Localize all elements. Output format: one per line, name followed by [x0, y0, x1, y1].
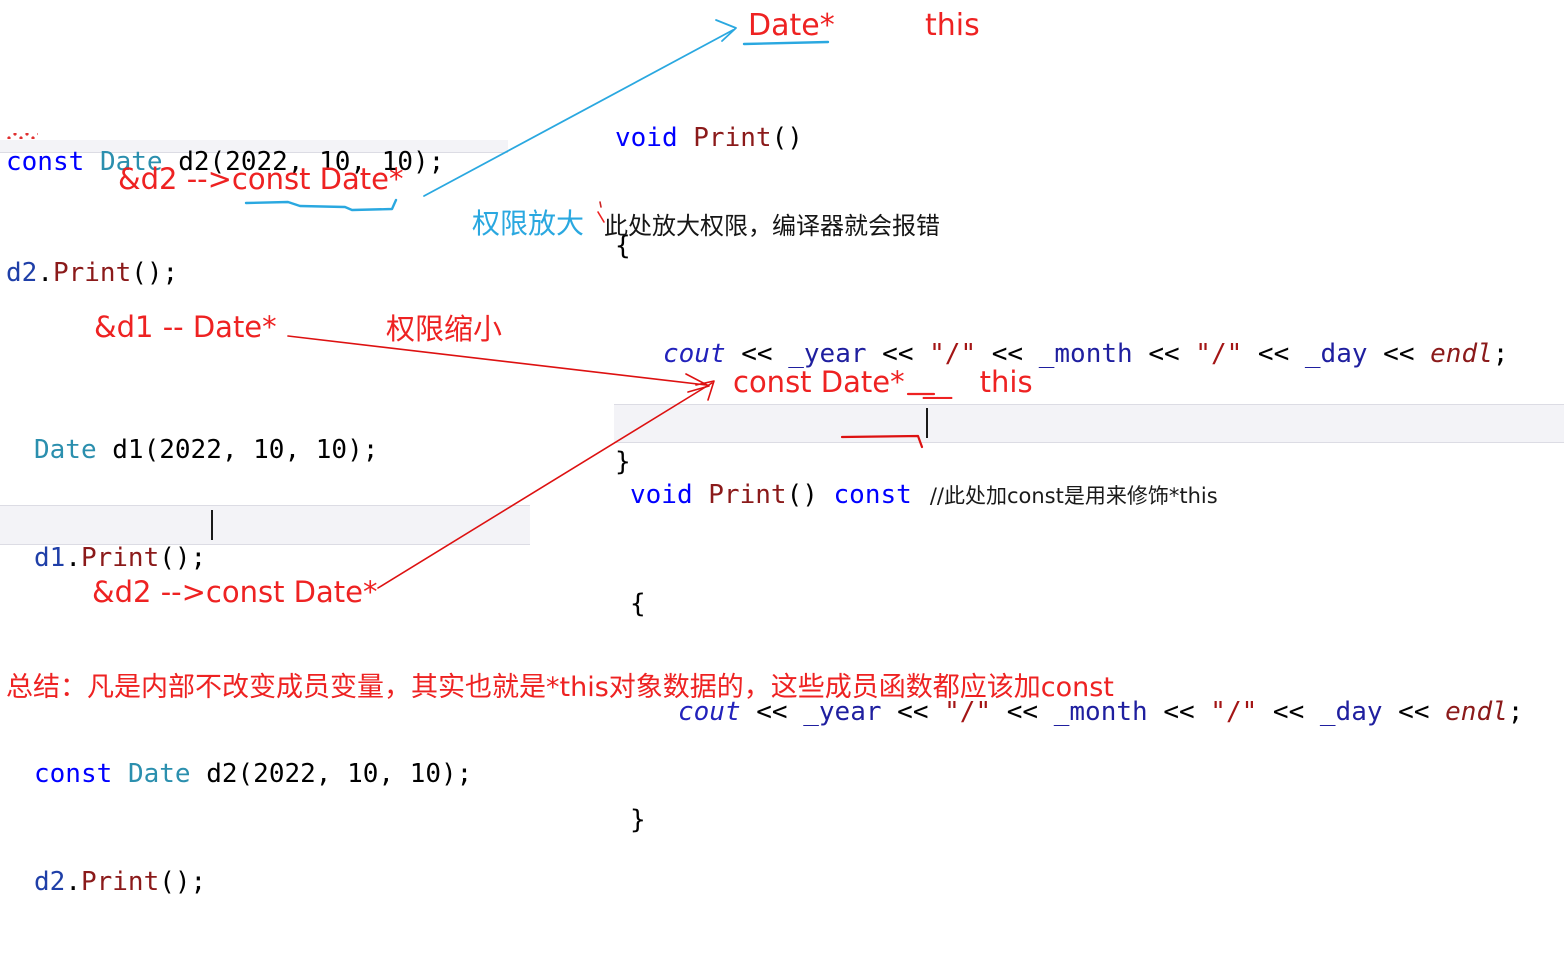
type-date: Date: [127, 759, 191, 789]
tick-dot-widen: [599, 201, 602, 208]
type-date: Date: [34, 435, 97, 465]
string-slash: "/": [1195, 339, 1243, 369]
annotation-d2-pointer-top: &d2 -->const Date*: [118, 162, 404, 196]
function-parens: (): [771, 123, 803, 153]
variable-d2: d2: [34, 867, 66, 897]
shift-op: <<: [1242, 339, 1305, 369]
text-cursor-bottom-left: [211, 510, 213, 540]
endl-manipulator: endl: [1430, 339, 1493, 369]
code-line-open-brace: {: [630, 586, 1523, 622]
annotation-permission-narrow: 权限缩小: [386, 312, 503, 346]
dot-operator: .: [65, 867, 81, 897]
variable-d2: d2: [6, 258, 38, 288]
decl-rest: d1(2022, 10, 10);: [96, 435, 379, 465]
string-slash: "/": [1210, 697, 1258, 727]
bottom-right-code-block[interactable]: void Print() const //此处加const是用来修饰*this {…: [630, 405, 1523, 910]
shift-op: <<: [1132, 339, 1196, 369]
member-day: _day: [1319, 697, 1383, 727]
summary-text: 总结：凡是内部不改变成员变量，其实也就是*this对象数据的，这些成员函数都应该…: [6, 672, 1114, 703]
method-print: Print: [80, 543, 160, 573]
arrow-widen-permission-head: [715, 19, 737, 42]
function-name-print: Print: [693, 123, 772, 153]
dot-operator: .: [37, 258, 53, 288]
code-line: d1.Print();: [34, 540, 472, 576]
keyword-const: const: [34, 759, 113, 789]
call-rest: ();: [159, 867, 207, 897]
annotation-widen-explain: 此处放大权限，编译器就会报错: [604, 212, 940, 240]
keyword-const: const: [6, 147, 85, 177]
text-cursor-bottom-right: [926, 408, 928, 438]
annotation-this-type-bottom: const Date* __ this: [733, 365, 1033, 399]
close-brace: }: [615, 447, 631, 477]
keyword-const-qualifier: const: [833, 480, 912, 510]
decl-rest: d2(2022, 10, 10);: [190, 759, 473, 789]
variable-d1: d1: [34, 543, 66, 573]
dot-operator: .: [65, 543, 81, 573]
code-line-signature: void Print() const //此处加const是用来修饰*this: [630, 477, 1523, 514]
shift-op: <<: [1147, 697, 1211, 727]
annotation-this-top: this: [925, 8, 980, 43]
member-day: _day: [1304, 339, 1368, 369]
function-name-print: Print: [708, 480, 787, 510]
open-brace: {: [630, 589, 646, 619]
stream-cout: cout: [663, 339, 726, 369]
call-rest: ();: [159, 543, 207, 573]
shift-op: <<: [1382, 697, 1446, 727]
annotation-this-type-top: Date*: [748, 8, 835, 43]
code-line: Date d1(2022, 10, 10);: [34, 432, 472, 468]
code-line-close-brace: }: [630, 802, 1523, 838]
endl-manipulator: endl: [1445, 697, 1508, 727]
member-month: _month: [1038, 339, 1133, 369]
annotation-d1-pointer: &d1 -- Date*: [94, 310, 277, 344]
code-line: d2.Print();: [6, 255, 444, 292]
semicolon: ;: [1492, 339, 1509, 369]
method-print: Print: [52, 258, 132, 288]
code-line-signature: void Print(): [615, 120, 1508, 156]
inline-comment: //此处加const是用来修饰*this: [929, 484, 1218, 508]
method-print: Print: [80, 867, 160, 897]
close-brace: }: [630, 805, 646, 835]
annotation-permission-widen: 权限放大: [472, 207, 585, 240]
annotated-code-canvas: const Date d2(2022, 10, 10); d2.Print();…: [0, 0, 1564, 897]
annotation-d2-pointer-bottom: &d2 -->const Date*: [92, 575, 378, 609]
shift-op: <<: [1257, 697, 1320, 727]
semicolon: ;: [1507, 697, 1524, 727]
error-squiggle-underline: [6, 133, 38, 139]
code-line: d2.Print();: [34, 864, 472, 900]
function-parens: (): [786, 480, 834, 510]
keyword-void: void: [615, 123, 678, 153]
shift-op: <<: [1367, 339, 1431, 369]
code-line: const Date d2(2022, 10, 10);: [34, 756, 472, 792]
keyword-void: void: [630, 480, 693, 510]
call-rest: ();: [131, 258, 179, 288]
